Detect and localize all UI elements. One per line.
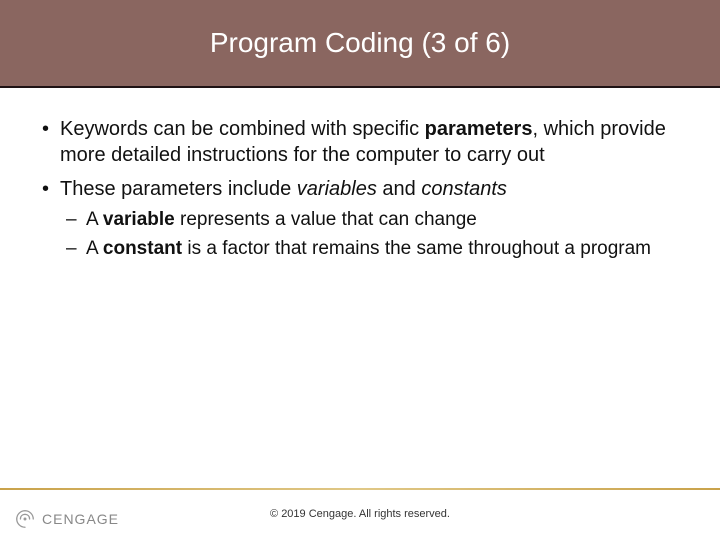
brand: CENGAGE (14, 508, 119, 530)
text: These parameters include (60, 178, 297, 200)
brand-text: CENGAGE (42, 511, 119, 527)
text: and (377, 178, 421, 200)
text: represents a value that can change (175, 209, 477, 230)
title-band: Program Coding (3 of 6) (0, 0, 720, 88)
text: Keywords can be combined with specific (60, 118, 425, 140)
keyword-constants: constants (421, 178, 507, 200)
sub-bullet-list: A variable represents a value that can c… (60, 208, 682, 261)
slide-title: Program Coding (3 of 6) (210, 27, 510, 59)
keyword-constant: constant (103, 238, 182, 259)
keyword-variable: variable (103, 209, 175, 230)
bullet-list: Keywords can be combined with specific p… (38, 116, 682, 261)
text: A (86, 209, 103, 230)
text: is a factor that remains the same throug… (182, 238, 651, 259)
keyword-variables: variables (297, 178, 377, 200)
cengage-logo-icon (14, 508, 36, 530)
content-area: Keywords can be combined with specific p… (0, 88, 720, 488)
list-item: These parameters include variables and c… (38, 176, 682, 261)
keyword-parameters: parameters (425, 118, 533, 140)
copyright-text: © 2019 Cengage. All rights reserved. (270, 508, 450, 520)
list-item: A constant is a factor that remains the … (60, 237, 682, 262)
text: A (86, 238, 103, 259)
slide: Program Coding (3 of 6) Keywords can be … (0, 0, 720, 540)
footer: CENGAGE © 2019 Cengage. All rights reser… (0, 488, 720, 540)
list-item: A variable represents a value that can c… (60, 208, 682, 233)
list-item: Keywords can be combined with specific p… (38, 116, 682, 168)
